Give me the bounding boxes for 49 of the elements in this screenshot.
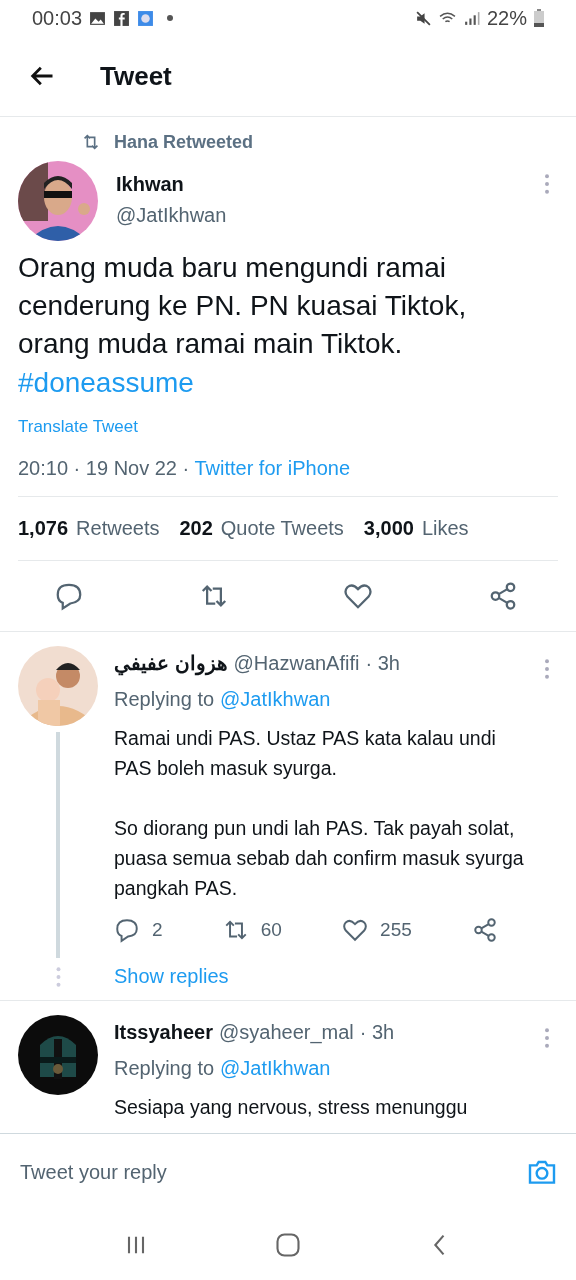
battery-percent: 22%	[486, 6, 527, 30]
status-time: 00:03	[32, 6, 83, 30]
battery-icon	[534, 9, 544, 27]
hashtag-link[interactable]: #doneassume	[18, 363, 558, 403]
stat-label[interactable]: Likes	[421, 517, 469, 540]
replying-label: Replying to	[114, 688, 215, 711]
mention-link[interactable]: @JatIkhwan	[220, 1057, 331, 1080]
reply-icon[interactable]	[54, 581, 84, 611]
reply-text: Ramai undi PAS. Ustaz PAS kata kalau undi PAS boleh masuk syurga.	[114, 726, 497, 781]
reply-input[interactable]: Tweet your reply	[18, 1159, 526, 1185]
author-name: Ikhwan	[116, 173, 185, 196]
reply-author-name: هزوان عفيفي	[114, 651, 228, 675]
signal-icon	[462, 9, 480, 27]
home-icon[interactable]	[274, 1231, 302, 1259]
heart-icon[interactable]	[342, 917, 369, 943]
mention-link[interactable]: @JatIkhwan	[220, 688, 331, 711]
facebook-icon	[113, 9, 131, 27]
author-handle: @JatIkhwan	[116, 204, 228, 227]
stat-count: 3,000	[363, 517, 414, 540]
stat-label[interactable]: Quote Tweets	[220, 517, 344, 540]
app-icon	[137, 9, 155, 27]
source-link[interactable]: Twitter for iPhone	[194, 457, 351, 479]
stat-label[interactable]: Retweets	[76, 517, 160, 540]
dot-icon	[167, 15, 174, 21]
like-count: 255	[380, 919, 412, 941]
show-replies-link[interactable]: Show replies	[114, 965, 229, 988]
stat-count: 1,076	[18, 517, 69, 540]
gallery-icon	[89, 9, 107, 27]
translate-link[interactable]: Translate Tweet	[18, 417, 138, 437]
stat-count: 202	[179, 517, 213, 540]
mute-icon	[414, 9, 432, 27]
reply-text: So diorang pun undi lah PAS. Tak payah solat, puasa semua sebab dah confirm masuk syurga pangkah PAS.	[114, 816, 525, 901]
header-title: Tweet	[100, 60, 172, 92]
reply-time: · 3h	[365, 651, 400, 675]
retweeted-by: Hana Retweeted	[114, 131, 254, 153]
thread-dots-icon	[55, 966, 61, 988]
reply-time: · 3h	[359, 1020, 395, 1044]
reply-icon[interactable]	[114, 917, 140, 943]
reply-text: Sesiapa yang nervous, stress menunggu	[114, 1095, 469, 1120]
reply-author-name: Itssyaheer	[114, 1020, 213, 1044]
reply-count: 2	[152, 919, 163, 941]
heart-icon[interactable]	[343, 581, 374, 611]
tweet-timestamp: 20:10 · 19 Nov 22 ·	[18, 457, 191, 479]
retweet-count: 60	[260, 919, 282, 941]
reply-author-handle: @HazwanAfifi	[233, 651, 360, 675]
share-icon[interactable]	[472, 917, 498, 943]
replying-label: Replying to	[114, 1057, 215, 1080]
reply-author-handle: @syaheer_mal	[218, 1020, 354, 1044]
tweet-text: Orang muda baru mengundi ramai cenderung ke PN. PN kuasai Tiktok, orang muda ramai main Tiktok.	[18, 251, 468, 361]
